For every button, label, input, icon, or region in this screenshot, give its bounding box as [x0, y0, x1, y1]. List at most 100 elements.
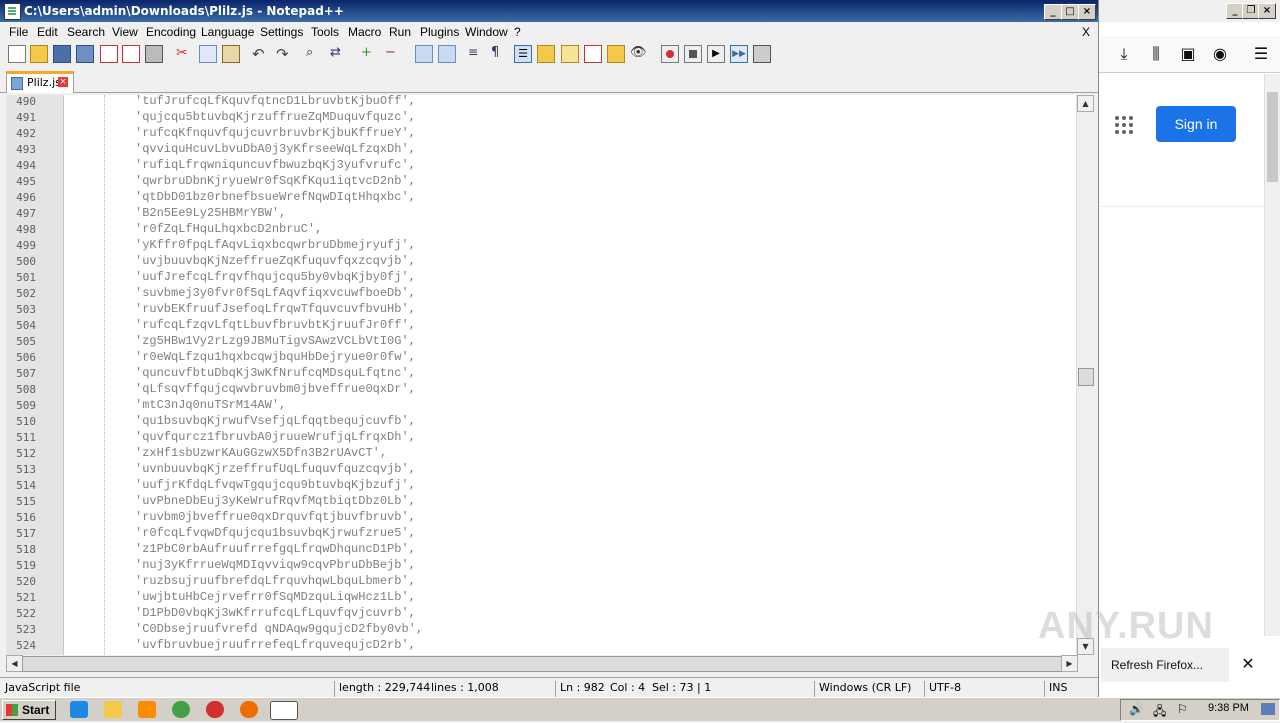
scroll-up-arrow-icon[interactable]: ▲ — [1077, 95, 1094, 112]
account-icon[interactable]: ◉ — [1210, 44, 1230, 64]
line-number: 524 — [16, 639, 36, 652]
menu-macro[interactable]: Macro — [348, 25, 381, 39]
open-file-icon[interactable] — [30, 45, 48, 63]
menu-edit[interactable]: Edit — [37, 25, 58, 39]
sidebar-icon[interactable]: ▣ — [1178, 44, 1198, 64]
ff-close-button[interactable]: × — [1258, 3, 1276, 19]
minimize-button[interactable]: _ — [1044, 4, 1062, 20]
line-number: 495 — [16, 175, 36, 188]
close-document-x[interactable]: X — [1082, 25, 1090, 39]
editor-horizontal-scrollbar[interactable]: ◀ ▶ — [6, 655, 1078, 672]
close-all-icon[interactable] — [122, 45, 140, 63]
code-line: 'ruzbsujruufbrefdqLfrquvhqwLbquLbmerb', — [135, 574, 416, 588]
line-number: 521 — [16, 591, 36, 604]
library-icon[interactable]: ⫼ — [1146, 44, 1166, 64]
window-title: C:\Users\admin\Downloads\Plilz.js - Note… — [24, 4, 344, 18]
line-number: 490 — [16, 95, 36, 108]
undo-icon[interactable]: ↶ — [252, 45, 268, 63]
menu-tools[interactable]: Tools — [311, 25, 339, 39]
stop-macro-icon[interactable] — [684, 45, 702, 63]
close-notification-icon[interactable]: ✕ — [1239, 655, 1257, 673]
tab-plilz-js[interactable]: Plilz.js × — [6, 71, 74, 93]
scroll-right-arrow-icon[interactable]: ▶ — [1061, 655, 1078, 672]
horizontal-scroll-thumb[interactable] — [22, 656, 1064, 672]
paste-icon[interactable] — [222, 45, 240, 63]
print-icon[interactable] — [145, 45, 163, 63]
save-macro-icon[interactable] — [753, 45, 771, 63]
code-line: 'uufJrefcqLfrqvfhqujcqu5by0vbqKjby0fj', — [135, 270, 416, 284]
zoom-in-icon[interactable]: + — [361, 45, 377, 61]
menu-file[interactable]: File — [9, 25, 28, 39]
sync-vertical-icon[interactable] — [415, 45, 433, 63]
code-line: 'z1PbC0rbAufruufrrefgqLfrqwDhquncD1Pb', — [135, 542, 416, 556]
indent-guide-icon[interactable]: ☰ — [514, 45, 532, 63]
play-macro-icon[interactable]: ▶ — [707, 45, 725, 63]
word-wrap-icon[interactable]: ≡ — [468, 45, 484, 61]
code-line: 'quvfqurcz1fbruvbA0jruueWrufjqLfrqxDh', — [135, 430, 416, 444]
file-icon — [11, 77, 23, 90]
editor-area[interactable]: 490 'tufJrufcqLfKquvfqtncD1LbruvbtKjbuOff… — [6, 95, 1076, 655]
ff-scroll-thumb[interactable] — [1267, 92, 1278, 182]
line-number: 510 — [16, 415, 36, 428]
monitoring-icon[interactable]: 👁 — [630, 45, 647, 61]
menu-run[interactable]: Run — [389, 25, 411, 39]
user-lang-icon[interactable] — [537, 45, 555, 63]
vertical-scroll-thumb[interactable] — [1078, 368, 1094, 386]
media-player-icon[interactable] — [138, 701, 156, 718]
sign-in-button[interactable]: Sign in — [1156, 106, 1236, 142]
line-number: 509 — [16, 399, 36, 412]
explorer-icon[interactable] — [104, 701, 122, 718]
line-number: 502 — [16, 287, 36, 300]
folder-workspace-icon[interactable] — [607, 45, 625, 63]
opera-icon[interactable] — [206, 701, 224, 718]
menu-view[interactable]: View — [112, 25, 138, 39]
doc-map-icon[interactable] — [561, 45, 579, 63]
code-line: 'ruvbEKfruufJsefoqLfrqwTfquvcuvfbvuHb', — [135, 302, 416, 316]
line-number: 494 — [16, 159, 36, 172]
menu-settings[interactable]: Settings — [260, 25, 303, 39]
editor-vertical-scrollbar[interactable]: ▲ ▼ — [1076, 95, 1094, 655]
run-macro-multiple-icon[interactable]: ▶▶ — [730, 45, 748, 63]
volume-icon[interactable]: 🔊 — [1129, 702, 1144, 716]
menu-search[interactable]: Search — [67, 25, 105, 39]
code-line: 'uufjrKfdqLfvqwTgqujcqu9btuvbqKjbzufj', — [135, 478, 416, 492]
show-all-chars-icon[interactable]: ¶ — [491, 45, 507, 61]
close-window-button[interactable]: × — [1078, 4, 1096, 20]
function-list-icon[interactable] — [584, 45, 602, 63]
replace-icon[interactable]: ⇄ — [330, 45, 346, 61]
firefox-vertical-scrollbar[interactable] — [1264, 74, 1280, 636]
fold-margin — [64, 95, 105, 655]
new-file-icon[interactable] — [8, 45, 26, 63]
cut-icon[interactable]: ✂ — [176, 45, 192, 61]
notepadpp-task-icon[interactable] — [270, 701, 298, 720]
google-apps-icon[interactable] — [1115, 116, 1133, 134]
menu-window[interactable]: Window — [465, 25, 508, 39]
windows-flag-icon — [6, 704, 18, 716]
menu-help[interactable]: ? — [514, 25, 521, 39]
find-icon[interactable]: ⌕ — [306, 45, 322, 61]
menu-plugins[interactable]: Plugins — [420, 25, 459, 39]
close-icon[interactable] — [100, 45, 118, 63]
download-icon[interactable]: ⤓ — [1114, 44, 1134, 64]
save-all-icon[interactable] — [76, 45, 94, 63]
zoom-out-icon[interactable]: − — [385, 45, 401, 61]
hamburger-menu-icon[interactable]: ☰ — [1251, 44, 1271, 64]
menu-encoding[interactable]: Encoding — [146, 25, 196, 39]
action-center-icon[interactable]: ⚐ — [1177, 702, 1188, 716]
show-desktop-icon[interactable] — [1261, 703, 1275, 715]
refresh-firefox-notification[interactable]: Refresh Firefox... — [1101, 648, 1229, 682]
firefox-window: _ ❐ × ⤓ ⫼ ▣ ◉ ☰ Sign in Refresh Firefox.… — [1099, 0, 1280, 697]
tab-close-icon[interactable]: × — [58, 77, 68, 87]
sync-horizontal-icon[interactable] — [438, 45, 456, 63]
ie-icon[interactable] — [70, 701, 88, 718]
record-macro-icon[interactable] — [661, 45, 679, 63]
chrome-icon[interactable] — [172, 701, 190, 718]
maximize-button[interactable]: □ — [1061, 4, 1079, 20]
start-button[interactable]: Start — [2, 700, 56, 720]
copy-icon[interactable] — [199, 45, 217, 63]
firefox-icon[interactable] — [240, 701, 258, 718]
scroll-left-arrow-icon[interactable]: ◀ — [6, 655, 23, 672]
save-icon[interactable] — [53, 45, 71, 63]
menu-language[interactable]: Language — [201, 25, 254, 39]
redo-icon[interactable]: ↷ — [276, 45, 292, 63]
